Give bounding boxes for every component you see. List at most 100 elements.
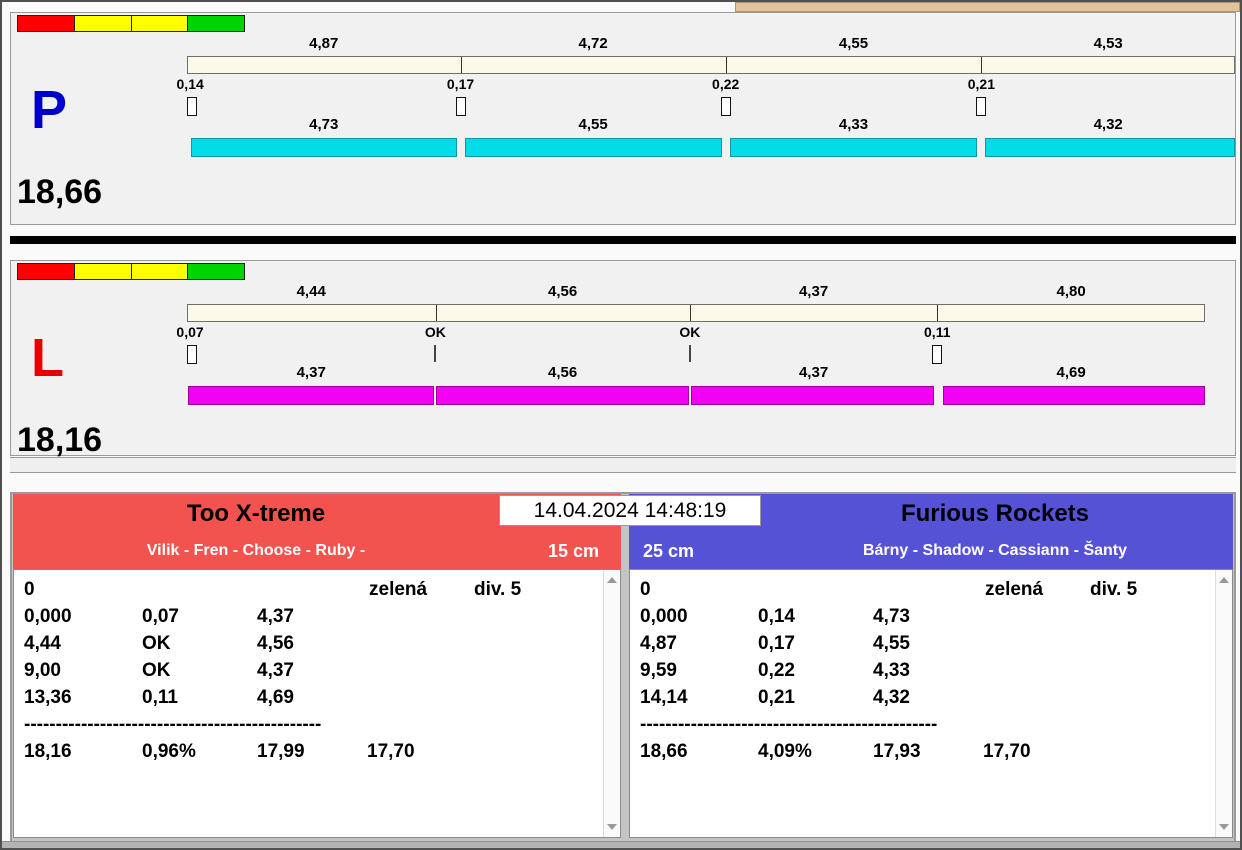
color-label: zelená bbox=[369, 578, 428, 600]
sensor-tick bbox=[455, 97, 466, 116]
bar-divider bbox=[689, 305, 691, 321]
cell-cumulative: 14,14 bbox=[640, 686, 688, 708]
cell-dogtime: 4,55 bbox=[873, 632, 910, 654]
yellow-light-segment bbox=[130, 15, 189, 32]
table-row: 13,36 0,11 4,69 bbox=[24, 684, 598, 711]
sensor-tick bbox=[434, 345, 437, 362]
split-times-bar bbox=[187, 56, 1235, 74]
sensor-tick bbox=[720, 97, 731, 116]
cell-change: OK bbox=[142, 632, 171, 654]
dog-times-bar bbox=[187, 138, 1235, 157]
table-separator: ----------------------------------------… bbox=[24, 714, 322, 735]
bar-segment bbox=[729, 138, 978, 157]
change-time-label: 0,14 bbox=[176, 76, 204, 92]
team-members: Vilik - Fren - Choose - Ruby - bbox=[146, 542, 366, 559]
segment-time-label: 4,56 bbox=[548, 364, 578, 381]
team-name: Furious Rockets bbox=[900, 500, 1090, 527]
bar-segment bbox=[943, 386, 1205, 405]
segment-time-label: 4,72 bbox=[578, 35, 608, 52]
red-light-segment bbox=[17, 15, 75, 32]
yellow-light-segment bbox=[130, 263, 189, 280]
summary-total: 18,66 bbox=[640, 740, 688, 762]
summary-percent: 4,09% bbox=[758, 740, 812, 762]
table-scrollbar[interactable] bbox=[1215, 570, 1232, 837]
yellow-light-segment bbox=[73, 15, 132, 32]
bar-divider bbox=[435, 305, 437, 321]
segment-time-label: 4,69 bbox=[1056, 364, 1086, 381]
cell-cumulative: 0,000 bbox=[24, 605, 72, 627]
segment-time-label: 4,55 bbox=[578, 116, 608, 133]
cell-dogtime: 4,69 bbox=[257, 686, 294, 708]
segment-time-label: 4,53 bbox=[1093, 35, 1123, 52]
change-time-label: 0,17 bbox=[446, 76, 475, 92]
scroll-up-icon[interactable] bbox=[1219, 577, 1229, 583]
team-subheader: Bárny - Shadow - Cassiann - Šanty 25 cm bbox=[629, 532, 1233, 569]
change-time-label: OK bbox=[424, 324, 446, 340]
segment-time-label: 4,55 bbox=[838, 35, 869, 52]
team-panel-left: Too X-treme Vilik - Fren - Choose - Ruby… bbox=[13, 494, 621, 842]
division-label: div. 5 bbox=[474, 578, 522, 600]
bar-divider bbox=[725, 57, 727, 73]
lane-bars: 4,44 4,56 4,37 4,80 0,07 OK OK 0,11 4,37… bbox=[176, 261, 1205, 455]
segment-time-label: 4,32 bbox=[1093, 116, 1123, 133]
split-times-bar bbox=[187, 304, 1205, 322]
cell-dogtime: 4,37 bbox=[257, 605, 294, 627]
separator-strip bbox=[10, 457, 1236, 473]
cell-dogtime: 4,56 bbox=[257, 632, 294, 654]
cell-change: 0,22 bbox=[758, 659, 795, 681]
cell-cumulative: 13,36 bbox=[24, 686, 72, 708]
segment-time-label: 4,33 bbox=[838, 116, 869, 133]
table-scrollbar[interactable] bbox=[603, 570, 620, 837]
cell-change: 0,17 bbox=[758, 632, 795, 654]
summary-dogsum: 17,93 bbox=[873, 740, 921, 762]
scroll-up-icon[interactable] bbox=[607, 577, 617, 583]
change-time-label: 0,07 bbox=[176, 324, 204, 340]
summary-dogsum: 17,99 bbox=[257, 740, 305, 762]
division-label: div. 5 bbox=[1090, 578, 1138, 600]
cell-cumulative: 9,59 bbox=[640, 659, 677, 681]
bar-segment bbox=[188, 386, 435, 405]
change-time-label: OK bbox=[679, 324, 701, 340]
color-label: zelená bbox=[985, 578, 1044, 600]
cell-cumulative: 9,00 bbox=[24, 659, 61, 681]
cell-cumulative: 4,44 bbox=[24, 632, 61, 654]
segment-time-label: 4,87 bbox=[309, 35, 339, 52]
sensor-tick bbox=[976, 97, 987, 116]
scroll-down-icon[interactable] bbox=[1219, 824, 1229, 830]
distance-label: 25 cm bbox=[643, 541, 695, 561]
bar-segment bbox=[985, 138, 1235, 157]
sensor-tick bbox=[688, 345, 691, 362]
table-row: 0,000 0,07 4,37 bbox=[24, 603, 598, 630]
lane-panel-p: P 18,66 4,87 4,72 4,55 4,53 0,14 0,17 0,… bbox=[10, 12, 1236, 225]
table-row: 4,44 OK 4,56 bbox=[24, 630, 598, 657]
table-row: 0,000 0,14 4,73 bbox=[640, 603, 1210, 630]
lane-number: 0 bbox=[640, 578, 651, 600]
app-window: P 18,66 4,87 4,72 4,55 4,53 0,14 0,17 0,… bbox=[0, 0, 1242, 850]
sensor-tick bbox=[932, 345, 943, 364]
cell-cumulative: 4,87 bbox=[640, 632, 677, 654]
results-table: 0 zelená div. 5 0,000 0,07 4,37 4,44 OK … bbox=[13, 569, 621, 838]
table-row: 0 zelená div. 5 bbox=[24, 576, 598, 603]
summary-total: 18,16 bbox=[24, 740, 72, 762]
table-row: 9,59 0,22 4,33 bbox=[640, 657, 1210, 684]
lane-divider bbox=[10, 236, 1236, 244]
results-section: Too X-treme Vilik - Fren - Choose - Ruby… bbox=[10, 492, 1236, 844]
lane-total-time: 18,66 bbox=[17, 173, 103, 211]
background-window-fragment bbox=[735, 2, 1240, 12]
summary-row: 18,16 0,96% 17,99 17,70 bbox=[24, 738, 598, 765]
change-time-label: 0,22 bbox=[712, 76, 740, 92]
segment-time-label: 4,37 bbox=[296, 364, 326, 381]
cell-dogtime: 4,32 bbox=[873, 686, 910, 708]
cell-change: 0,14 bbox=[758, 605, 795, 627]
team-subheader: Vilik - Fren - Choose - Ruby - 15 cm bbox=[13, 532, 621, 569]
scroll-down-icon[interactable] bbox=[607, 824, 617, 830]
segment-time-label: 4,37 bbox=[798, 283, 829, 300]
summary-best: 17,70 bbox=[983, 740, 1031, 762]
cell-change: 0,11 bbox=[142, 686, 178, 708]
segment-time-label: 4,80 bbox=[1056, 283, 1086, 300]
table-separator: ----------------------------------------… bbox=[640, 714, 938, 735]
lane-label: P bbox=[31, 80, 68, 140]
segment-time-label: 4,56 bbox=[548, 283, 578, 300]
lane-bars: 4,87 4,72 4,55 4,53 0,14 0,17 0,22 0,21 … bbox=[177, 13, 1235, 224]
bar-segment bbox=[191, 138, 457, 157]
